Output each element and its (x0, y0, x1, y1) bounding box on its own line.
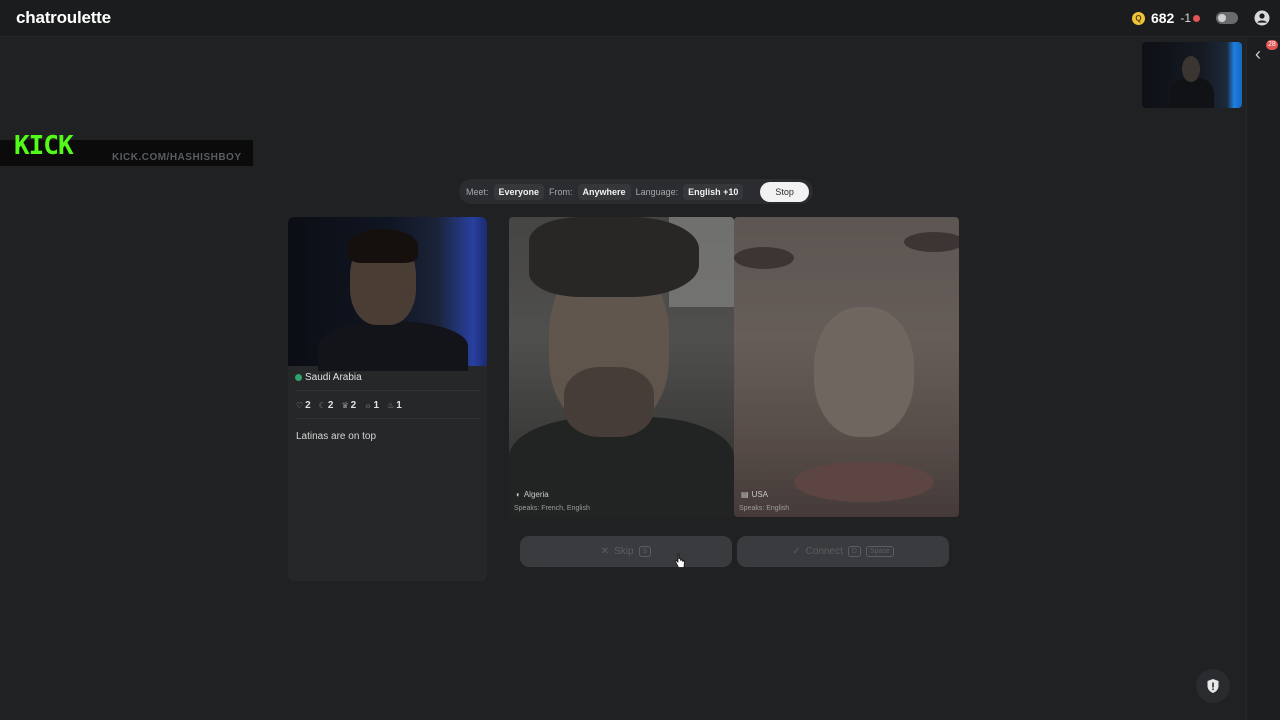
from-label: From: (549, 186, 573, 197)
my-profile-card: Saudi Arabia ♡ 2 ☾ 2 ♛ 2 ☼ 1 ♨ 1 Latinas are … (288, 217, 487, 581)
stat-trophy[interactable]: ♛ 2 (341, 400, 356, 411)
alert-dot-icon (1193, 14, 1200, 22)
stop-button[interactable]: Stop (760, 181, 809, 202)
self-camera-preview (1142, 42, 1242, 108)
meet-select[interactable]: Everyone (493, 183, 545, 200)
language-select[interactable]: English +10 (683, 183, 744, 200)
profile-country: Saudi Arabia (295, 372, 362, 383)
flag-icon (295, 374, 302, 381)
connect-shortcut-key: D (847, 546, 861, 557)
kick-logo: KICK (14, 131, 74, 161)
safety-button[interactable] (1196, 669, 1230, 703)
kick-url-text: KICK.COM/HASHISHBOY (112, 152, 242, 163)
candidate-country: ◐ Algeria (516, 490, 549, 499)
candidate-video-left[interactable]: ◐ Algeria Speaks: French, English (509, 217, 734, 517)
meet-label: Meet: (466, 186, 489, 197)
mouse-pointer-icon (675, 553, 685, 568)
stat-cup[interactable]: ♨ 1 (387, 400, 402, 411)
coin-delta-value: -1 (1180, 11, 1191, 25)
stat-moon[interactable]: ☾ 2 (319, 400, 334, 411)
self-cam-body (1170, 78, 1214, 108)
stat-likes-count: 2 (305, 400, 311, 411)
side-panel-rail: ‹ 28 (1246, 37, 1280, 720)
dim-overlay (509, 217, 734, 517)
stat-cup-count: 1 (396, 400, 402, 411)
flame-icon: ☼ (364, 401, 372, 410)
top-right-controls: Q 682 -1 (1131, 8, 1270, 28)
profile-country-name: Saudi Arabia (305, 372, 362, 383)
self-cam-head (1182, 56, 1200, 82)
stat-flame[interactable]: ☼ 1 (364, 400, 379, 411)
stat-flame-count: 1 (373, 400, 380, 411)
brand-logo[interactable]: chatroulette (16, 8, 111, 28)
check-icon: ✓ (792, 546, 801, 557)
moon-icon: ☾ (318, 401, 326, 410)
flag-icon: ▤ (741, 490, 749, 499)
stat-moon-count: 2 (327, 400, 334, 411)
candidate-video-right[interactable]: ▤ USA Speaks: English (734, 217, 959, 517)
divider (295, 418, 480, 419)
connect-label: Connect (805, 546, 843, 557)
coin-balance[interactable]: 682 (1151, 10, 1174, 26)
dim-overlay (734, 217, 959, 517)
connect-shortcut-space: Space (865, 546, 894, 557)
language-label: Language: (635, 186, 679, 197)
heart-icon: ♡ (296, 401, 304, 410)
theme-toggle[interactable] (1216, 12, 1238, 24)
profile-video (288, 217, 487, 371)
candidate-country-name: Algeria (523, 490, 549, 499)
profile-shoulders (318, 321, 468, 371)
top-bar: chatroulette Q 682 -1 (0, 0, 1280, 37)
skip-button[interactable]: ✕ Skip S (520, 536, 732, 567)
trophy-icon: ♛ (341, 401, 349, 410)
cup-icon: ♨ (387, 401, 395, 410)
chevron-left-icon[interactable]: ‹ (1255, 45, 1261, 63)
coin-icon: Q (1131, 11, 1145, 25)
close-icon: ✕ (600, 546, 610, 557)
profile-hair (348, 229, 418, 263)
candidate-languages: Speaks: English (739, 505, 790, 512)
profile-stats: ♡ 2 ☾ 2 ♛ 2 ☼ 1 ♨ 1 (296, 400, 402, 411)
toggle-knob (1218, 14, 1226, 22)
candidate-languages: Speaks: French, English (514, 505, 590, 512)
stat-trophy-count: 2 (350, 400, 357, 411)
coin-delta: -1 (1180, 11, 1200, 25)
notification-badge: 28 (1266, 40, 1278, 50)
profile-bio: Latinas are on top (296, 431, 377, 442)
shield-icon (1207, 679, 1219, 693)
user-account-icon[interactable] (1254, 10, 1270, 26)
connect-button[interactable]: ✓ Connect D Space (737, 536, 949, 567)
candidate-country: ▤ USA (741, 490, 768, 499)
from-select[interactable]: Anywhere (577, 183, 631, 200)
flag-icon: ◐ (516, 490, 521, 499)
skip-shortcut-key: S (638, 546, 652, 557)
match-filters-bar: Meet: Everyone From: Anywhere Language: … (459, 179, 813, 204)
stat-likes[interactable]: ♡ 2 (296, 400, 311, 411)
candidate-country-name: USA (751, 490, 769, 499)
skip-label: Skip (614, 546, 634, 557)
divider (295, 390, 480, 391)
